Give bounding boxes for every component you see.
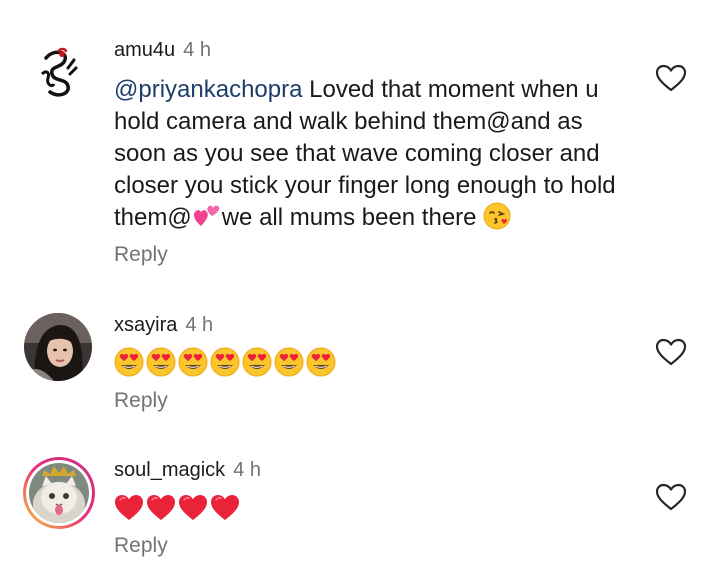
red-heart-emoji xyxy=(115,495,143,520)
heart-eyes-emoji xyxy=(210,347,240,377)
avatar-with-story-ring[interactable] xyxy=(22,456,96,530)
heart-eyes-emoji xyxy=(146,347,176,377)
username[interactable]: amu4u xyxy=(114,39,175,61)
like-button[interactable] xyxy=(654,337,688,367)
comment-header: soul_magick 4 h xyxy=(114,458,261,482)
username[interactable]: soul_magick xyxy=(114,459,225,481)
emoji-row xyxy=(114,347,336,377)
reply-button[interactable]: Reply xyxy=(114,389,168,413)
avatar[interactable] xyxy=(24,313,92,381)
heart-eyes-emoji xyxy=(274,347,304,377)
comment-amu4u: amu4u 4 h @priyankachopra Loved that mome… xyxy=(0,0,720,280)
mention-link[interactable]: @priyankachopra xyxy=(114,76,302,103)
comment-soul-magick: soul_magick 4 h Reply xyxy=(0,430,720,573)
comment-header: xsayira 4 h xyxy=(114,313,213,337)
like-button[interactable] xyxy=(654,63,688,93)
username[interactable]: xsayira xyxy=(114,314,177,336)
comment-text: @priyankachopra Loved that moment when u… xyxy=(114,74,634,234)
heart-outline-icon xyxy=(655,483,687,511)
face-blowing-kiss-emoji xyxy=(483,202,511,230)
like-button[interactable] xyxy=(654,482,688,512)
reply-button[interactable]: Reply xyxy=(114,243,168,267)
red-heart-emoji xyxy=(147,495,175,520)
heart-outline-icon xyxy=(655,64,687,92)
two-hearts-emoji xyxy=(193,205,220,226)
heart-outline-icon xyxy=(655,338,687,366)
heart-eyes-emoji xyxy=(306,347,336,377)
calligraphy-logo-avatar xyxy=(24,38,92,106)
reply-button[interactable]: Reply xyxy=(114,534,168,558)
red-heart-emoji xyxy=(179,495,207,520)
comment-text-part: we all mums been there xyxy=(221,204,484,231)
comment-xsayira: xsayira 4 h Reply xyxy=(0,280,720,430)
story-ring-avatar xyxy=(23,457,95,529)
timestamp: 4 h xyxy=(183,39,211,61)
heart-eyes-emoji xyxy=(114,347,144,377)
emoji-row xyxy=(114,493,240,523)
red-heart-emoji xyxy=(211,495,239,520)
timestamp: 4 h xyxy=(185,314,214,336)
profile-photo-avatar xyxy=(24,313,92,381)
timestamp: 4 h xyxy=(233,459,261,481)
heart-eyes-emoji xyxy=(242,347,272,377)
avatar[interactable] xyxy=(24,38,92,106)
heart-eyes-emoji xyxy=(178,347,208,377)
comment-header: amu4u 4 h xyxy=(114,38,211,62)
